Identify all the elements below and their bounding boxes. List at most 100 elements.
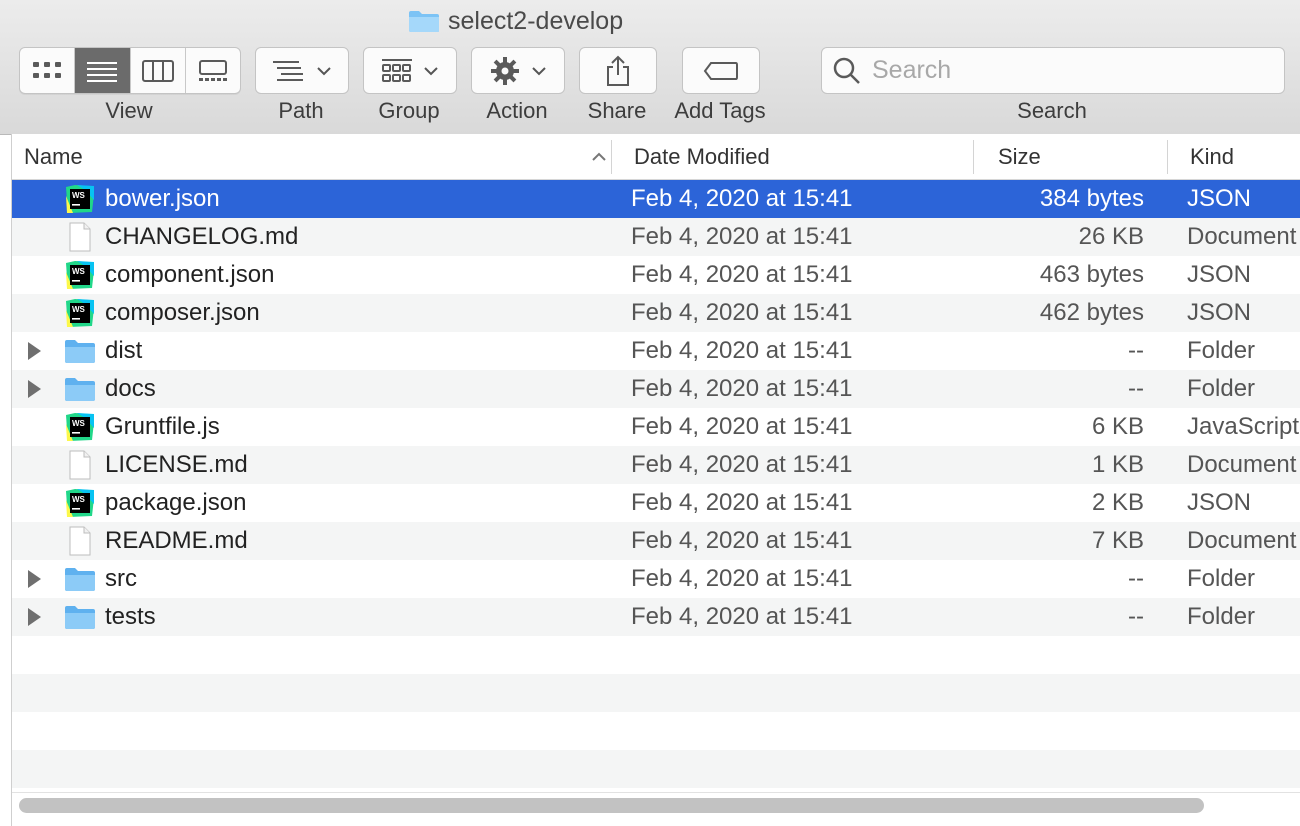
file-row[interactable]: CHANGELOG.md Feb 4, 2020 at 15:41 26 KB Doc…	[12, 218, 1300, 256]
file-row[interactable]: src Feb 4, 2020 at 15:41 -- Folder	[12, 560, 1300, 598]
search-input[interactable]	[870, 55, 1264, 86]
file-name: src	[105, 565, 137, 592]
chevron-down-icon	[424, 66, 438, 75]
file-date-modified: Feb 4, 2020 at 15:41	[631, 337, 853, 364]
file-name: docs	[105, 375, 156, 402]
folder-icon	[65, 606, 95, 629]
column-header-size[interactable]: Size	[998, 134, 1041, 179]
file-kind: JSON	[1187, 489, 1252, 516]
file-row[interactable]: README.md Feb 4, 2020 at 15:41 7 KB Documen…	[12, 522, 1300, 560]
file-row[interactable]: WS Gruntfile.js Feb 4, 2020 at 15:41 6 KB Ja…	[12, 408, 1300, 446]
empty-row	[12, 712, 1300, 750]
file-row[interactable]: WS composer.json Feb 4, 2020 at 15:41 462 b…	[12, 294, 1300, 332]
file-name: Gruntfile.js	[105, 413, 220, 440]
file-icon	[64, 446, 96, 484]
view-label: View	[105, 98, 153, 123]
group-button[interactable]	[363, 47, 457, 94]
gear-icon	[491, 56, 519, 85]
column-separator[interactable]	[1167, 140, 1168, 174]
file-name: tests	[105, 603, 156, 630]
add-tags-button[interactable]	[682, 47, 760, 94]
svg-text:WS: WS	[72, 191, 86, 200]
list-view-button[interactable]	[75, 48, 131, 93]
file-date-modified: Feb 4, 2020 at 15:41	[631, 527, 853, 554]
file-size: 2 KB	[1091, 489, 1144, 516]
disclosure-triangle-icon	[28, 342, 41, 360]
file-size: 6 KB	[1091, 413, 1144, 440]
search-field[interactable]	[821, 47, 1285, 94]
file-icon	[64, 598, 96, 636]
icon-view-button[interactable]	[20, 48, 76, 93]
file-size: 384 bytes	[1039, 185, 1144, 212]
disclosure-triangle[interactable]	[28, 598, 41, 636]
search-label: Search	[1017, 98, 1087, 123]
column-separator[interactable]	[973, 140, 974, 174]
disclosure-triangle-icon	[28, 380, 41, 398]
svg-text:WS: WS	[72, 495, 86, 504]
disclosure-triangle[interactable]	[28, 560, 41, 598]
file-row[interactable]: WS package.json Feb 4, 2020 at 15:41 2 KB JS…	[12, 484, 1300, 522]
webstorm-file-icon: WS	[66, 413, 94, 441]
file-date-modified: Feb 4, 2020 at 15:41	[631, 375, 853, 402]
disclosure-triangle[interactable]	[28, 332, 41, 370]
column-header-kind[interactable]: Kind	[1190, 134, 1234, 179]
svg-text:WS: WS	[72, 305, 86, 314]
file-kind: Folder	[1187, 565, 1256, 592]
folder-icon	[65, 568, 95, 591]
svg-text:WS: WS	[72, 419, 86, 428]
path-button[interactable]	[255, 47, 349, 94]
file-size: --	[1128, 565, 1144, 592]
share-button[interactable]	[579, 47, 657, 94]
column-header-kind-label: Kind	[1190, 143, 1235, 169]
file-kind: Folder	[1187, 603, 1256, 630]
file-row[interactable]: tests Feb 4, 2020 at 15:41 -- Folder	[12, 598, 1300, 636]
file-row[interactable]: docs Feb 4, 2020 at 15:41 -- Folder	[12, 370, 1300, 408]
empty-row	[12, 674, 1300, 712]
action-button[interactable]	[471, 47, 565, 94]
file-icon	[64, 370, 96, 408]
finder-toolbar: select2-develop View Path Group Action S…	[0, 0, 1300, 135]
webstorm-file-icon: WS	[66, 185, 94, 213]
horizontal-scrollbar[interactable]	[19, 798, 1204, 813]
column-view-button[interactable]	[131, 48, 186, 93]
file-size: 26 KB	[1078, 223, 1144, 250]
empty-row	[12, 750, 1300, 788]
webstorm-file-icon: WS	[66, 489, 94, 517]
column-header-date[interactable]: Date Modified	[634, 134, 770, 179]
disclosure-triangle[interactable]	[28, 370, 41, 408]
share-icon	[607, 55, 629, 86]
group-icon	[382, 58, 412, 82]
file-row[interactable]: WS component.json Feb 4, 2020 at 15:41 463 …	[12, 256, 1300, 294]
file-icon: WS	[64, 256, 96, 294]
file-kind: JSON	[1187, 299, 1252, 326]
file-kind: Document	[1187, 223, 1297, 250]
file-size: 1 KB	[1091, 451, 1144, 478]
share-label: Share	[587, 98, 647, 123]
file-kind: Folder	[1187, 337, 1256, 364]
file-date-modified: Feb 4, 2020 at 15:41	[631, 451, 853, 478]
file-row[interactable]: dist Feb 4, 2020 at 15:41 -- Folder	[12, 332, 1300, 370]
file-row[interactable]: WS bower.json Feb 4, 2020 at 15:41 384 byte…	[12, 180, 1300, 218]
file-kind: JSON	[1187, 185, 1252, 212]
view-mode-control	[19, 47, 241, 94]
file-size: 7 KB	[1091, 527, 1144, 554]
column-header-size-label: Size	[998, 143, 1041, 169]
file-name: CHANGELOG.md	[105, 223, 299, 250]
file-name: component.json	[105, 261, 275, 288]
column-separator[interactable]	[611, 140, 612, 174]
file-size: --	[1128, 375, 1144, 402]
file-row[interactable]: LICENSE.md Feb 4, 2020 at 15:41 1 KB Docume…	[12, 446, 1300, 484]
chevron-down-icon	[317, 66, 331, 75]
file-icon: WS	[64, 180, 96, 218]
disclosure-triangle-icon	[28, 608, 41, 626]
column-header-date-label: Date Modified	[634, 143, 770, 169]
action-label: Action	[486, 98, 548, 123]
icon-view-icon	[33, 61, 62, 78]
file-name: bower.json	[105, 185, 220, 212]
column-header-name-label: Name	[24, 143, 83, 169]
gallery-view-button[interactable]	[186, 48, 240, 93]
list-bottom-divider	[12, 792, 1300, 793]
file-icon: WS	[64, 408, 96, 446]
column-header-name[interactable]: Name	[24, 134, 606, 179]
file-date-modified: Feb 4, 2020 at 15:41	[631, 603, 853, 630]
